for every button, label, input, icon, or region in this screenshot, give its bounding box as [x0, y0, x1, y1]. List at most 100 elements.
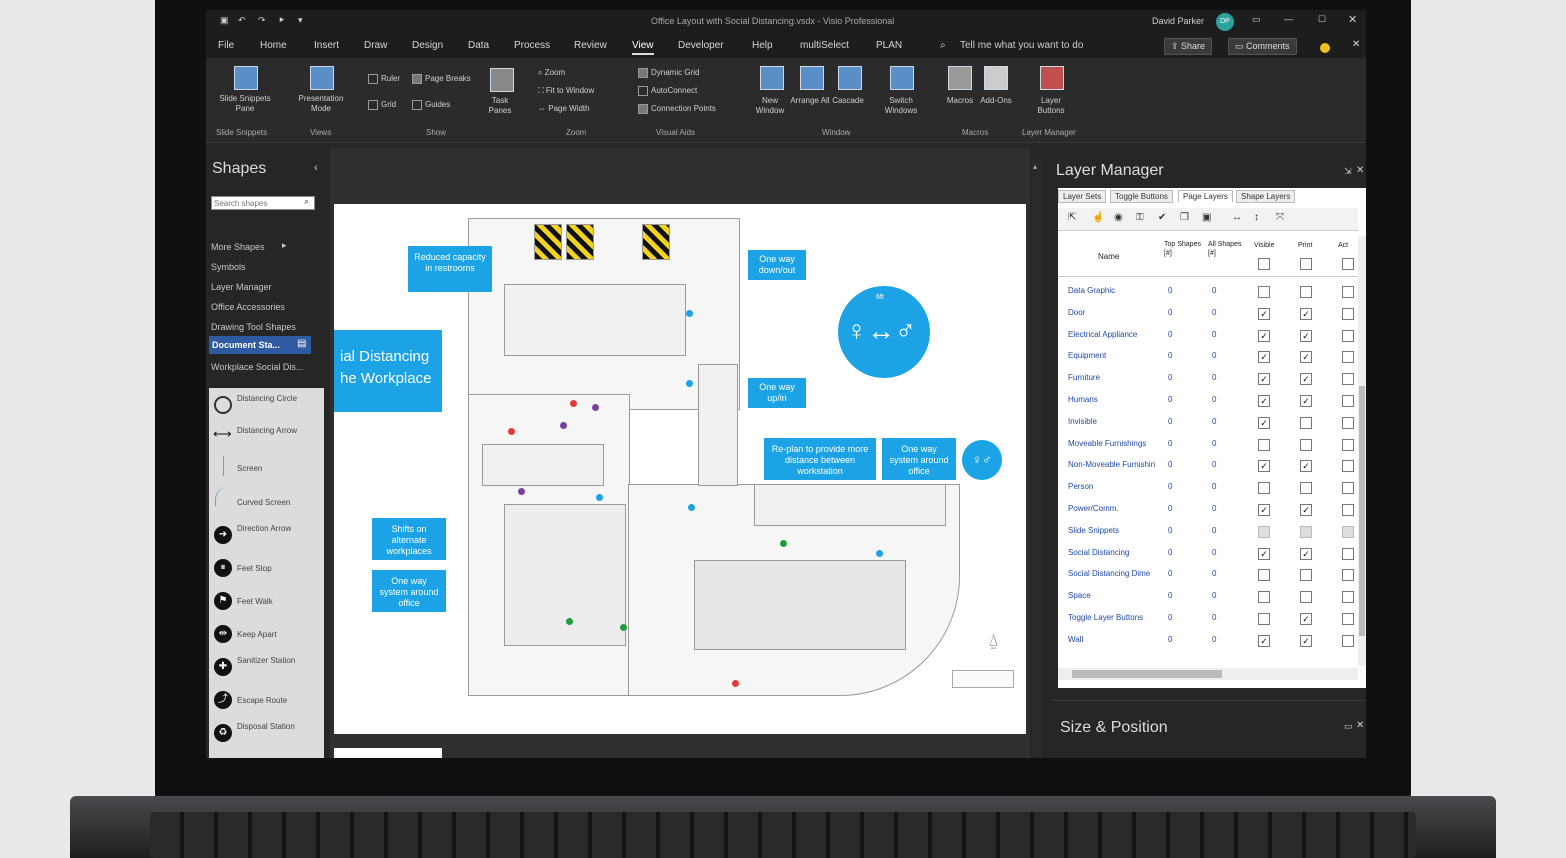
- grid-check[interactable]: [368, 100, 378, 110]
- stencil-layer-manager[interactable]: Layer Manager: [211, 282, 272, 292]
- smiley-icon[interactable]: [1320, 43, 1330, 53]
- ribbon-close-icon[interactable]: ✕: [1352, 39, 1360, 50]
- print-checkbox[interactable]: [1300, 525, 1312, 538]
- table-row[interactable]: Non-Moveable Furnishin 0 0 ✓ ✓: [1058, 454, 1358, 476]
- tab-developer[interactable]: Developer: [678, 40, 724, 51]
- tab-shape-layers[interactable]: Shape Layers: [1236, 190, 1296, 203]
- more-shapes-arrow-icon[interactable]: ▸: [282, 240, 287, 251]
- addons-icon[interactable]: [984, 66, 1008, 90]
- callout-one-way-system-1[interactable]: One way system around office: [882, 438, 956, 480]
- presentation-mode-icon[interactable]: [310, 66, 334, 90]
- collapse-chevron-icon[interactable]: ‹: [314, 162, 318, 174]
- tab-design[interactable]: Design: [412, 40, 443, 51]
- tab-layer-sets[interactable]: Layer Sets: [1058, 190, 1107, 203]
- tab-multiselect[interactable]: multiSelect: [800, 40, 849, 51]
- user-name[interactable]: David Parker: [1152, 16, 1204, 26]
- visible-checkbox[interactable]: [1258, 613, 1270, 625]
- shape-direction-arrow[interactable]: Direction Arrow: [237, 524, 291, 534]
- active-checkbox[interactable]: [1342, 438, 1354, 451]
- tab-draw[interactable]: Draw: [364, 40, 387, 51]
- banner-social-distancing[interactable]: ial Distancing he Workplace: [334, 330, 442, 412]
- autoconnect-check[interactable]: [638, 86, 648, 96]
- presentation-mode-button[interactable]: Presentation Mode: [290, 94, 352, 114]
- layer-buttons-button[interactable]: Layer Buttons: [1028, 96, 1074, 116]
- macros-icon[interactable]: [948, 66, 972, 90]
- stencil-symbols[interactable]: Symbols: [211, 262, 246, 272]
- size-position-pin-icon[interactable]: ▭: [1344, 721, 1353, 732]
- tab-view[interactable]: View: [632, 40, 654, 55]
- comments-button[interactable]: ▭ Comments: [1228, 38, 1297, 55]
- size-position-close-icon[interactable]: ✕: [1356, 720, 1364, 731]
- layer-buttons-icon[interactable]: [1040, 66, 1064, 90]
- active-checkbox[interactable]: [1342, 504, 1354, 516]
- shape-screen[interactable]: Screen: [237, 464, 262, 474]
- col-all-shapes[interactable]: All Shapes [#]: [1208, 240, 1246, 258]
- pointer-icon[interactable]: ⯈: [278, 15, 285, 26]
- callout-one-way-system-2[interactable]: One way system around office: [372, 570, 446, 612]
- print-checkbox[interactable]: ✓: [1300, 613, 1312, 625]
- visible-checkbox[interactable]: [1258, 591, 1270, 604]
- search-icon[interactable]: ⌕: [940, 40, 946, 51]
- close-icon[interactable]: ✕: [1348, 13, 1357, 26]
- keep-apart-icon[interactable]: ⇹: [214, 625, 232, 643]
- active-checkbox[interactable]: [1342, 373, 1354, 386]
- avatar[interactable]: DP: [1216, 13, 1234, 31]
- active-checkbox[interactable]: [1342, 307, 1354, 320]
- cascade-icon[interactable]: [838, 66, 862, 90]
- layer-manager-close-icon[interactable]: ✕: [1356, 165, 1364, 176]
- fit-to-window-button[interactable]: ⛶ Fit to Window: [538, 86, 594, 96]
- connection-points-check[interactable]: [638, 104, 648, 114]
- visible-checkbox[interactable]: ✓: [1258, 395, 1270, 407]
- task-panes-button[interactable]: Task Panes: [480, 96, 520, 116]
- callout-shifts[interactable]: Shifts on alternate workplaces: [372, 518, 446, 560]
- table-row[interactable]: Equipment 0 0 ✓ ✓: [1058, 345, 1358, 367]
- shape-disposal-station[interactable]: Disposal Station: [237, 722, 295, 732]
- tab-review[interactable]: Review: [574, 40, 607, 51]
- distancing-sign[interactable]: 6ft ♀↔♂: [838, 286, 930, 378]
- guides-check[interactable]: [412, 100, 422, 110]
- table-row[interactable]: Social Distancing 0 0 ✓ ✓: [1058, 542, 1358, 564]
- hand-tool-icon[interactable]: ☝: [1092, 212, 1104, 223]
- visible-checkbox[interactable]: [1258, 569, 1270, 582]
- print-checkbox[interactable]: ✓: [1300, 351, 1312, 364]
- search-shapes-icon[interactable]: ⌕: [304, 196, 309, 207]
- callout-one-way-up[interactable]: One way up/in: [748, 378, 806, 408]
- table-row[interactable]: Person 0 0: [1058, 476, 1358, 498]
- callout-reduced-capacity[interactable]: Reduced capacity in restrooms: [408, 246, 492, 292]
- customize-qat-icon[interactable]: ▾: [298, 15, 303, 26]
- page-width-button[interactable]: ⇔ Page Width: [538, 104, 590, 113]
- active-checkbox[interactable]: [1342, 395, 1354, 407]
- resize-icon[interactable]: ⤧: [1276, 212, 1284, 223]
- vertical-scrollbar[interactable]: [1358, 236, 1366, 666]
- zoom-button[interactable]: ⌕ Zoom: [538, 68, 565, 78]
- shape-curved-screen[interactable]: Curved Screen: [237, 498, 290, 508]
- shape-escape-route[interactable]: Escape Route: [237, 696, 287, 706]
- distancing-sign-small[interactable]: ♀♂: [962, 440, 1002, 480]
- print-checkbox[interactable]: [1300, 591, 1312, 604]
- table-row[interactable]: Invisible 0 0 ✓: [1058, 411, 1358, 433]
- visible-checkbox[interactable]: [1258, 482, 1270, 495]
- col-top-shapes[interactable]: Top Shapes [#]: [1164, 240, 1202, 258]
- active-checkbox[interactable]: [1342, 525, 1354, 538]
- redo-icon[interactable]: ↷: [258, 15, 266, 26]
- new-window-icon[interactable]: [760, 66, 784, 90]
- save-icon[interactable]: ▣: [220, 15, 229, 26]
- direction-arrow-icon[interactable]: ➜: [214, 526, 232, 544]
- addons-button[interactable]: Add-Ons: [976, 96, 1016, 106]
- panel-splitter[interactable]: ▴: [1032, 160, 1042, 758]
- active-checkbox[interactable]: [1342, 547, 1354, 560]
- print-checkbox[interactable]: [1300, 569, 1312, 582]
- drawing-page[interactable]: Reduced capacity in restrooms One way do…: [334, 204, 1026, 734]
- print-checkbox[interactable]: ✓: [1300, 460, 1312, 473]
- slide-snippets-icon[interactable]: [234, 66, 258, 90]
- distancing-circle-icon[interactable]: [214, 396, 232, 414]
- table-row[interactable]: Electrical Appliance 0 0 ✓ ✓: [1058, 324, 1358, 346]
- curved-screen-icon[interactable]: [215, 486, 232, 506]
- arrange-all-icon[interactable]: [800, 66, 824, 90]
- ruler-check[interactable]: [368, 74, 378, 84]
- print-checkbox[interactable]: ✓: [1300, 395, 1312, 407]
- visible-checkbox[interactable]: [1258, 286, 1270, 298]
- maximize-icon[interactable]: ☐: [1318, 14, 1326, 25]
- move-vertical-icon[interactable]: ↕: [1254, 212, 1259, 223]
- visible-checkbox[interactable]: [1258, 438, 1270, 451]
